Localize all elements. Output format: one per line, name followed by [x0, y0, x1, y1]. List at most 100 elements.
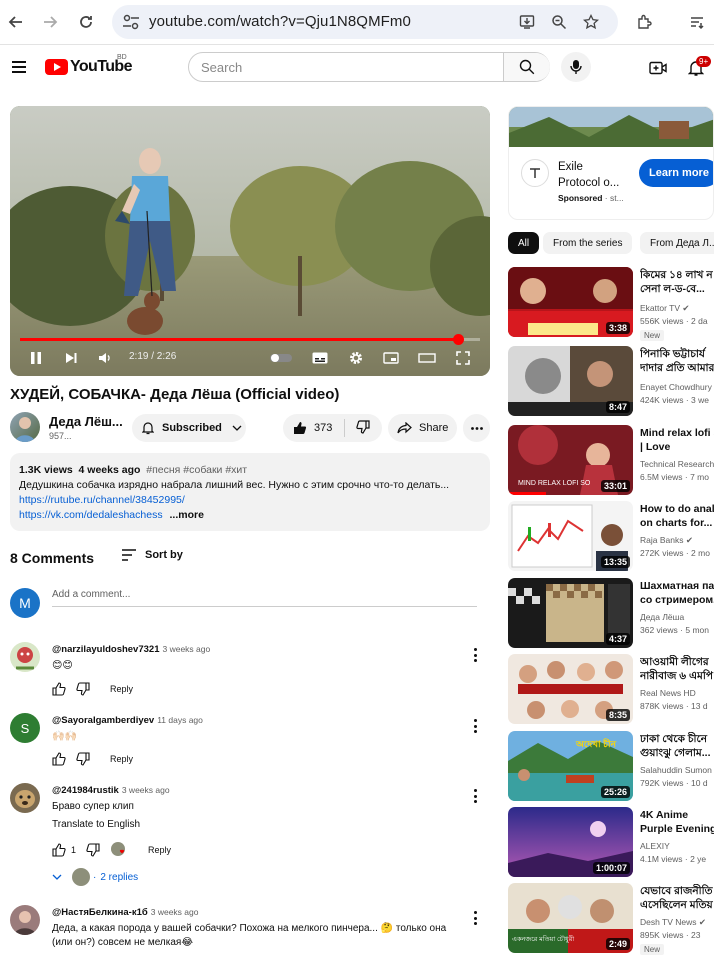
comment-avatar[interactable] [10, 783, 40, 813]
comment-author[interactable]: @SayoraIgamberdiyev 11 days ago [52, 715, 203, 726]
dislike-button[interactable] [345, 419, 370, 437]
search-button[interactable] [503, 53, 550, 81]
chip-from-channel[interactable]: From Деда Л... [640, 232, 714, 254]
thumbs-up-icon[interactable] [52, 682, 66, 696]
site-info-icon[interactable] [122, 14, 140, 30]
video-scrubber[interactable] [452, 334, 464, 345]
video-thumbnail[interactable]: 13:35 [508, 501, 633, 571]
comment-menu-icon[interactable] [472, 648, 478, 662]
settings-gear-icon[interactable] [348, 348, 364, 368]
video-progress-bar[interactable] [20, 334, 480, 345]
reading-list-icon[interactable] [685, 10, 709, 34]
extensions-icon[interactable] [632, 10, 656, 34]
video-channel[interactable]: Enayet Chowdhury [640, 382, 714, 392]
channel-name[interactable]: Деда Лёш... [49, 414, 123, 429]
recommended-video[interactable]: 4:37 Шахматная пар со стримером... Деда … [508, 578, 714, 650]
video-channel[interactable]: Salahuddin Sumon [640, 765, 714, 775]
description-box[interactable]: 1.3K views 4 weeks ago #песня #собаки #х… [10, 453, 490, 531]
video-thumbnail[interactable]: 3:38 [508, 267, 633, 337]
like-button[interactable]: 373 [283, 419, 345, 437]
comment-avatar[interactable]: S [10, 713, 40, 743]
video-thumbnail[interactable]: 8:47 [508, 346, 633, 416]
description-link-vk[interactable]: https://vk.com/dedaleshachess [19, 509, 163, 521]
fullscreen-icon[interactable] [455, 348, 471, 368]
comment-menu-icon[interactable] [472, 911, 478, 925]
zoom-icon[interactable] [550, 13, 568, 31]
reply-button[interactable]: Reply [110, 684, 133, 694]
subscribed-button[interactable]: Subscribed [132, 414, 246, 442]
comment-menu-icon[interactable] [472, 719, 478, 733]
address-bar[interactable]: youtube.com/watch?v=Qju1N8QMFm0 [112, 5, 618, 39]
pause-icon[interactable] [28, 348, 44, 368]
recommended-video[interactable]: 8:47 পিনাকি ভট্টাচার্য দাদার প্রতি আমার … [508, 346, 714, 418]
recommended-video[interactable]: 8:35 আওয়ামী লীগের নারীবাজ ৬ এমপি Real N… [508, 654, 714, 726]
bookmark-star-icon[interactable] [582, 13, 600, 31]
next-video-icon[interactable] [63, 348, 79, 368]
comment-avatar[interactable] [10, 905, 40, 935]
description-link-rutube[interactable]: https://rutube.ru/channel/38452995/ [19, 494, 185, 506]
video-player[interactable]: 2:19 / 2:26 [10, 106, 490, 376]
video-thumbnail[interactable]: MIND RELAX LOFI SO 33:01 [508, 425, 633, 495]
channel-avatar[interactable] [10, 412, 40, 442]
menu-icon[interactable] [12, 61, 26, 73]
video-thumbnail[interactable]: 8:35 [508, 654, 633, 724]
search-box[interactable]: Search [188, 52, 550, 82]
forward-arrow-icon[interactable] [38, 10, 62, 34]
theater-mode-icon[interactable] [418, 348, 436, 368]
translate-link[interactable]: Translate to English [52, 818, 140, 832]
view-replies-button[interactable]: · 2 replies [52, 868, 138, 886]
create-video-icon[interactable] [648, 58, 668, 78]
video-thumbnail[interactable]: 4:37 [508, 578, 633, 648]
thumbs-up-icon[interactable] [52, 843, 66, 857]
video-channel[interactable]: Real News HD [640, 688, 714, 698]
comment-actions: Reply [52, 752, 133, 766]
comment-author[interactable]: @narzilayuldoshev7321 3 weeks ago [52, 644, 210, 655]
voice-search-button[interactable] [561, 52, 591, 82]
video-thumbnail[interactable]: 1:00:07 [508, 807, 633, 877]
svg-text:একনজরে মতিয়া চৌধুরী: একনজরে মতিয়া চৌধুরী [512, 934, 575, 943]
learn-more-button[interactable]: Learn more [639, 159, 713, 187]
back-arrow-icon[interactable] [4, 10, 28, 34]
recommended-video[interactable]: MIND RELAX LOFI SO 33:01 Mind relax lofi… [508, 425, 714, 497]
video-thumbnail[interactable]: একনজরে মতিয়া চৌধুরী 2:49 [508, 883, 633, 953]
thumbs-down-icon[interactable] [86, 843, 100, 857]
sponsored-ad-card[interactable]: Exile Protocol o... Sponsored · st... Le… [508, 106, 714, 220]
chip-all[interactable]: All [508, 232, 540, 254]
video-channel[interactable]: Raja Banks ✔ [640, 535, 714, 546]
reload-icon[interactable] [74, 10, 98, 34]
show-more-button[interactable]: ...more [170, 509, 204, 521]
video-channel[interactable]: Technical Research [640, 459, 714, 469]
thumbs-up-icon[interactable] [52, 752, 66, 766]
comment-avatar[interactable] [10, 642, 40, 672]
share-button[interactable]: Share [388, 414, 457, 442]
miniplayer-icon[interactable] [383, 348, 399, 368]
thumbs-down-icon[interactable] [76, 682, 90, 696]
video-channel[interactable]: Деда Лёша [640, 612, 714, 622]
reply-button[interactable]: Reply [110, 754, 133, 764]
comment-author[interactable]: @НастяБелкина-к1б 3 weeks ago [52, 907, 198, 918]
volume-icon[interactable] [97, 348, 113, 368]
video-channel[interactable]: Ekattor TV ✔ [640, 303, 714, 314]
autoplay-toggle-icon[interactable] [269, 348, 293, 368]
recommended-video[interactable]: 3:38 কিমের ১৪ লাখ ন সেনা ল-ড-বে... Ekatt… [508, 267, 714, 341]
recommended-video[interactable]: অদেখা চীন 25:26 ঢাকা থেকে চীনে গুয়াংঝু … [508, 731, 714, 803]
comment-menu-icon[interactable] [472, 789, 478, 803]
video-channel[interactable]: ALEXIY [640, 841, 714, 851]
recommended-video[interactable]: 13:35 How to do analy on charts for... R… [508, 501, 714, 573]
chip-from-the-series[interactable]: From the series [543, 232, 633, 254]
add-comment-input[interactable]: Add a comment... [52, 589, 477, 607]
recommended-video[interactable]: 1:00:07 4K Anime Purple Evening Sky -...… [508, 807, 714, 879]
hashtags[interactable]: #песня #собаки #хит [146, 464, 247, 476]
subtitles-icon[interactable] [312, 348, 328, 368]
recommended-video[interactable]: একনজরে মতিয়া চৌধুরী 2:49 যেভাবে রাজনীতি… [508, 883, 714, 955]
search-input[interactable]: Search [201, 60, 242, 75]
reply-button[interactable]: Reply [148, 845, 171, 855]
thumbs-down-icon[interactable] [76, 752, 90, 766]
user-avatar[interactable]: M [10, 588, 40, 618]
comment-author[interactable]: @241984rustik 3 weeks ago [52, 785, 170, 796]
sort-by-button[interactable]: Sort by [121, 549, 183, 561]
more-actions-button[interactable] [463, 414, 490, 442]
video-channel[interactable]: Desh TV News ✔ [640, 917, 714, 928]
video-thumbnail[interactable]: অদেখা চীন 25:26 [508, 731, 633, 801]
install-app-icon[interactable] [518, 13, 536, 31]
